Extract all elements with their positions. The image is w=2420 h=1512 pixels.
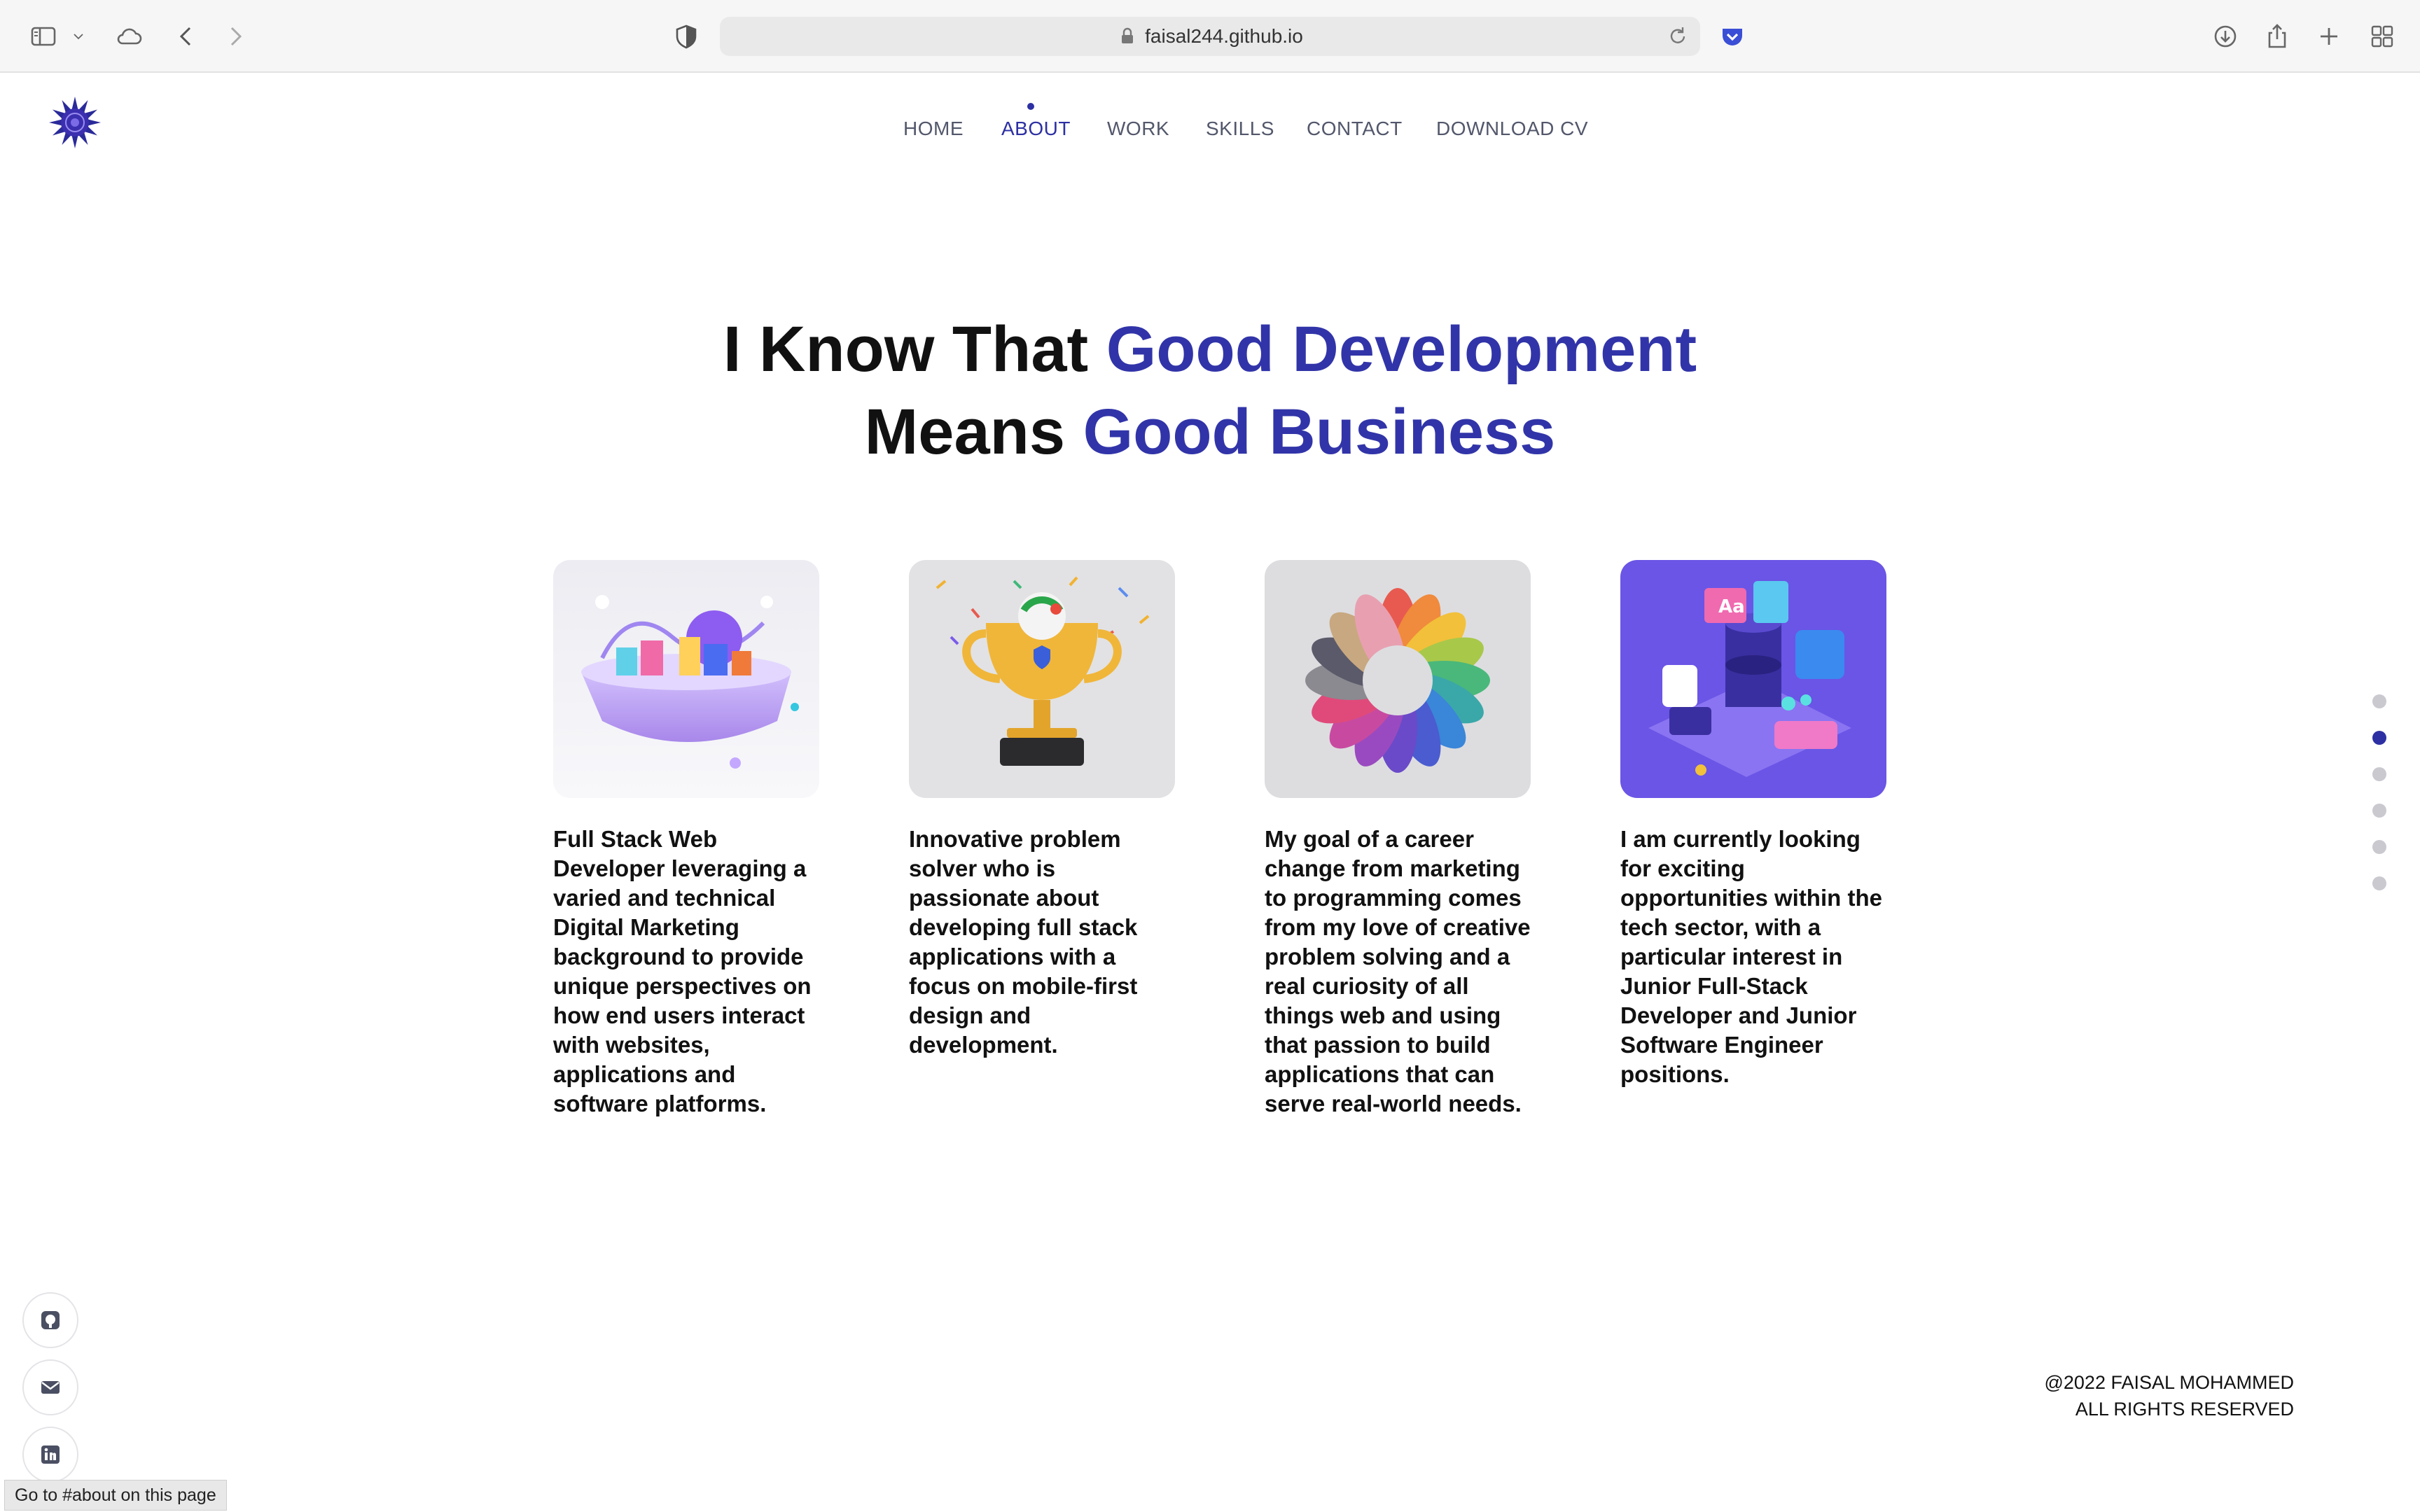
color-wheel-illustration [1265,560,1531,798]
about-card-4: Aa I am currently looking for exciting o… [1620,560,1886,1089]
card-2-text: Innovative problem solver who is passion… [909,826,1138,1058]
cloud-icon[interactable] [111,18,147,55]
isometric-devices-illustration: Aa [1620,560,1886,798]
card-1-text: Full Stack Web Developer leveraging a va… [553,826,812,1116]
copyright: @2022 FAISAL MOHAMMED ALL RIGHTS RESERVE… [2044,1369,2294,1422]
linkedin-icon [41,1446,60,1464]
headline-line1-accent: Good Development [1106,314,1697,385]
headline-line-2: Means Good Business [0,391,2420,473]
about-card-3: My goal of a career change from marketin… [1265,560,1531,1119]
nav-about[interactable]: ABOUT [1001,118,1071,140]
pocket-icon[interactable] [1714,18,1751,55]
linkedin-link[interactable] [22,1427,78,1483]
play-island-illustration [553,560,819,798]
sidebar-icon[interactable] [25,18,62,55]
headline-line2-accent: Good Business [1083,396,1556,468]
forward-icon[interactable] [217,18,253,55]
email-link[interactable] [22,1359,78,1415]
section-dot-1[interactable] [2372,694,2386,708]
download-icon[interactable] [2207,18,2244,55]
back-icon[interactable] [168,18,204,55]
card-3-text: My goal of a career change from marketin… [1265,826,1531,1116]
github-icon [41,1311,60,1329]
copyright-line-2: ALL RIGHTS RESERVED [2075,1399,2294,1420]
headline-line1-plain: I Know That [723,314,1106,385]
about-card-2: Innovative problem solver who is passion… [909,560,1175,1060]
copyright-line-1: @2022 FAISAL MOHAMMED [2044,1372,2294,1393]
lock-icon [1122,27,1134,43]
section-dot-6[interactable] [2372,876,2386,890]
svg-text:Aa: Aa [1718,596,1745,617]
browser-toolbar: faisal244.github.io [0,0,2420,73]
chevron-down-icon[interactable] [67,18,90,55]
headline-line2-plain: Means [864,396,1083,468]
main-nav: HOME ABOUT WORK SKILLS CONTACT DOWNLOAD … [0,105,2420,147]
nav-skills[interactable]: SKILLS [1206,118,1274,140]
mail-icon [41,1381,60,1394]
tabs-grid-icon[interactable] [2364,18,2400,55]
nav-home[interactable]: HOME [903,118,964,140]
about-card-1: Full Stack Web Developer leveraging a va… [553,560,819,1119]
address-bar[interactable]: faisal244.github.io [720,17,1700,56]
url-text: faisal244.github.io [1145,25,1303,47]
nav-download-cv[interactable]: DOWNLOAD CV [1436,118,1588,140]
link-status-bar: Go to #about on this page [4,1480,227,1511]
about-headline: I Know That Good Development Means Good … [0,308,2420,473]
card-4-text: I am currently looking for exciting oppo… [1620,826,1882,1087]
headline-line-1: I Know That Good Development [0,308,2420,391]
reload-icon[interactable] [1665,24,1690,49]
plus-icon[interactable] [2311,18,2347,55]
section-dot-4[interactable] [2372,804,2386,818]
privacy-shield-icon[interactable] [668,18,704,55]
share-icon[interactable] [2259,18,2295,55]
github-link[interactable] [22,1292,78,1348]
section-dot-2[interactable] [2372,731,2386,745]
nav-contact[interactable]: CONTACT [1307,118,1403,140]
section-dot-5[interactable] [2372,840,2386,854]
trophy-illustration [909,560,1175,798]
nav-work[interactable]: WORK [1107,118,1169,140]
section-dot-3[interactable] [2372,767,2386,781]
